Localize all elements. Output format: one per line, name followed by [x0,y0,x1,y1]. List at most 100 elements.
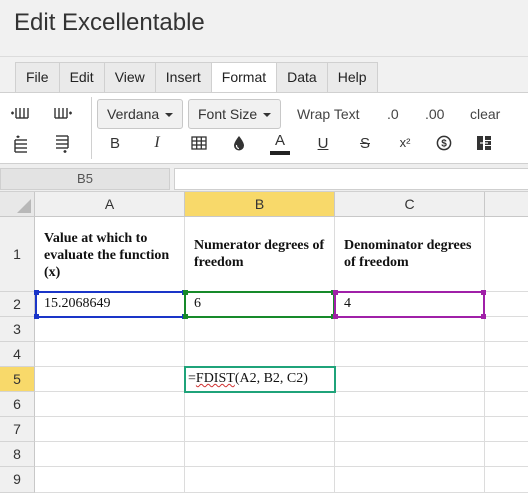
cell-d6[interactable] [485,392,528,417]
row-header-4[interactable]: 4 [0,342,35,367]
cell-d4[interactable] [485,342,528,367]
cell-c3[interactable] [335,317,485,342]
cell-c8[interactable] [335,442,485,467]
row-header-2[interactable]: 2 [0,292,35,317]
cell-d9[interactable] [485,467,528,493]
cell-b9[interactable] [185,467,335,493]
cell-c7[interactable] [335,417,485,442]
cell-b4[interactable] [185,342,335,367]
menu-edit[interactable]: Edit [59,63,105,92]
cell-b3[interactable] [185,317,335,342]
cell-d5[interactable] [485,367,528,392]
cell-c9[interactable] [335,467,485,493]
font-size-dropdown[interactable]: Font Size [188,99,281,129]
cell-name-box[interactable]: B5 [0,168,170,190]
cell-c6[interactable] [335,392,485,417]
italic-icon: I [154,134,160,151]
menu-insert[interactable]: Insert [155,63,212,92]
formula-function-name: FDIST [195,371,235,386]
cell-a6[interactable] [35,392,185,417]
superscript-button[interactable]: x² [395,132,415,152]
font-size-label: Font Size [198,106,258,122]
cell-d1[interactable] [485,217,528,292]
text-color-button[interactable]: A [270,129,290,157]
column-header-a[interactable]: A [35,192,185,217]
row-header-9[interactable]: 9 [0,467,35,493]
column-header-d[interactable] [485,192,528,217]
cell-a2[interactable]: 15.2068649 [35,292,185,317]
bold-button[interactable]: B [105,133,125,153]
cell-editor-b5[interactable]: =FDIST(A2, B2, C2) [184,366,336,393]
menu-format[interactable]: Format [211,63,278,93]
merge-cells-icon [477,136,491,150]
cell-a9[interactable] [35,467,185,493]
cell-c5[interactable] [335,367,485,392]
chevron-down-icon [165,113,173,117]
select-all-corner[interactable] [0,192,35,217]
chevron-down-icon [263,113,271,117]
clear-button[interactable]: clear [470,106,500,122]
cell-a2-text: 15.2068649 [44,296,111,311]
cell-c4[interactable] [335,342,485,367]
currency-format-button[interactable]: $ [434,133,454,153]
cell-c1-text: Denominator degrees of freedom [344,238,472,270]
cell-a3[interactable] [35,317,185,342]
column-header-c[interactable]: C [335,192,485,217]
cell-d2[interactable] [485,292,528,317]
cell-d3[interactable] [485,317,528,342]
font-family-dropdown[interactable]: Verdana [97,99,183,129]
cell-c2[interactable]: 4 [335,292,485,317]
insert-row-above-icon[interactable] [10,134,30,154]
cell-b2-text: 6 [194,296,201,311]
cell-b1[interactable]: Numerator degrees of freedom [185,217,335,292]
cell-a7[interactable] [35,417,185,442]
borders-button[interactable] [189,133,209,153]
cell-c1[interactable]: Denominator degrees of freedom [335,217,485,292]
column-header-b[interactable]: B [185,192,335,217]
formula-input[interactable] [174,168,528,190]
menu-tabs: File Edit View Insert Format Data Help [15,62,378,93]
cell-a4[interactable] [35,342,185,367]
row-header-6[interactable]: 6 [0,392,35,417]
borders-icon [191,136,207,150]
decrease-decimals-button[interactable]: .0 [387,106,399,122]
insert-column-left-icon[interactable] [10,103,30,123]
underline-button[interactable]: U [313,133,333,153]
formula-prefix: = [188,371,196,386]
row-header-5[interactable]: 5 [0,367,35,392]
merge-cells-button[interactable] [474,133,494,153]
menu-data[interactable]: Data [277,63,328,92]
superscript-icon: x² [399,134,411,150]
cell-a8[interactable] [35,442,185,467]
cell-b2[interactable]: 6 [185,292,335,317]
cell-b6[interactable] [185,392,335,417]
row-header-8[interactable]: 8 [0,442,35,467]
cell-c2-text: 4 [344,296,351,311]
page-title: Edit Excellentable [14,9,205,36]
cell-d8[interactable] [485,442,528,467]
fill-color-button[interactable] [229,133,249,153]
svg-text:$: $ [441,139,447,150]
row-header-1[interactable]: 1 [0,217,35,292]
insert-row-below-icon[interactable] [53,134,73,154]
font-family-value: Verdana [107,106,160,122]
menu-file[interactable]: File [16,63,60,92]
strikethrough-icon: S [359,134,370,152]
spreadsheet-grid: A B C 1 2 3 4 5 6 7 8 9 Value at which t… [0,192,528,493]
cell-b7[interactable] [185,417,335,442]
row-header-7[interactable]: 7 [0,417,35,442]
insert-column-right-icon[interactable] [53,103,73,123]
text-color-swatch [270,150,290,155]
cell-a5[interactable] [35,367,185,392]
title-bar: Edit Excellentable [0,0,528,57]
menu-view[interactable]: View [104,63,156,92]
strikethrough-button[interactable]: S [355,133,375,153]
increase-decimals-button[interactable]: .00 [425,106,444,122]
row-header-3[interactable]: 3 [0,317,35,342]
menu-help[interactable]: Help [327,63,377,92]
cell-a1[interactable]: Value at which to evaluate the function … [35,217,185,292]
cell-b8[interactable] [185,442,335,467]
cell-d7[interactable] [485,417,528,442]
italic-button[interactable]: I [147,133,167,153]
wrap-text-button[interactable]: Wrap Text [297,106,360,122]
